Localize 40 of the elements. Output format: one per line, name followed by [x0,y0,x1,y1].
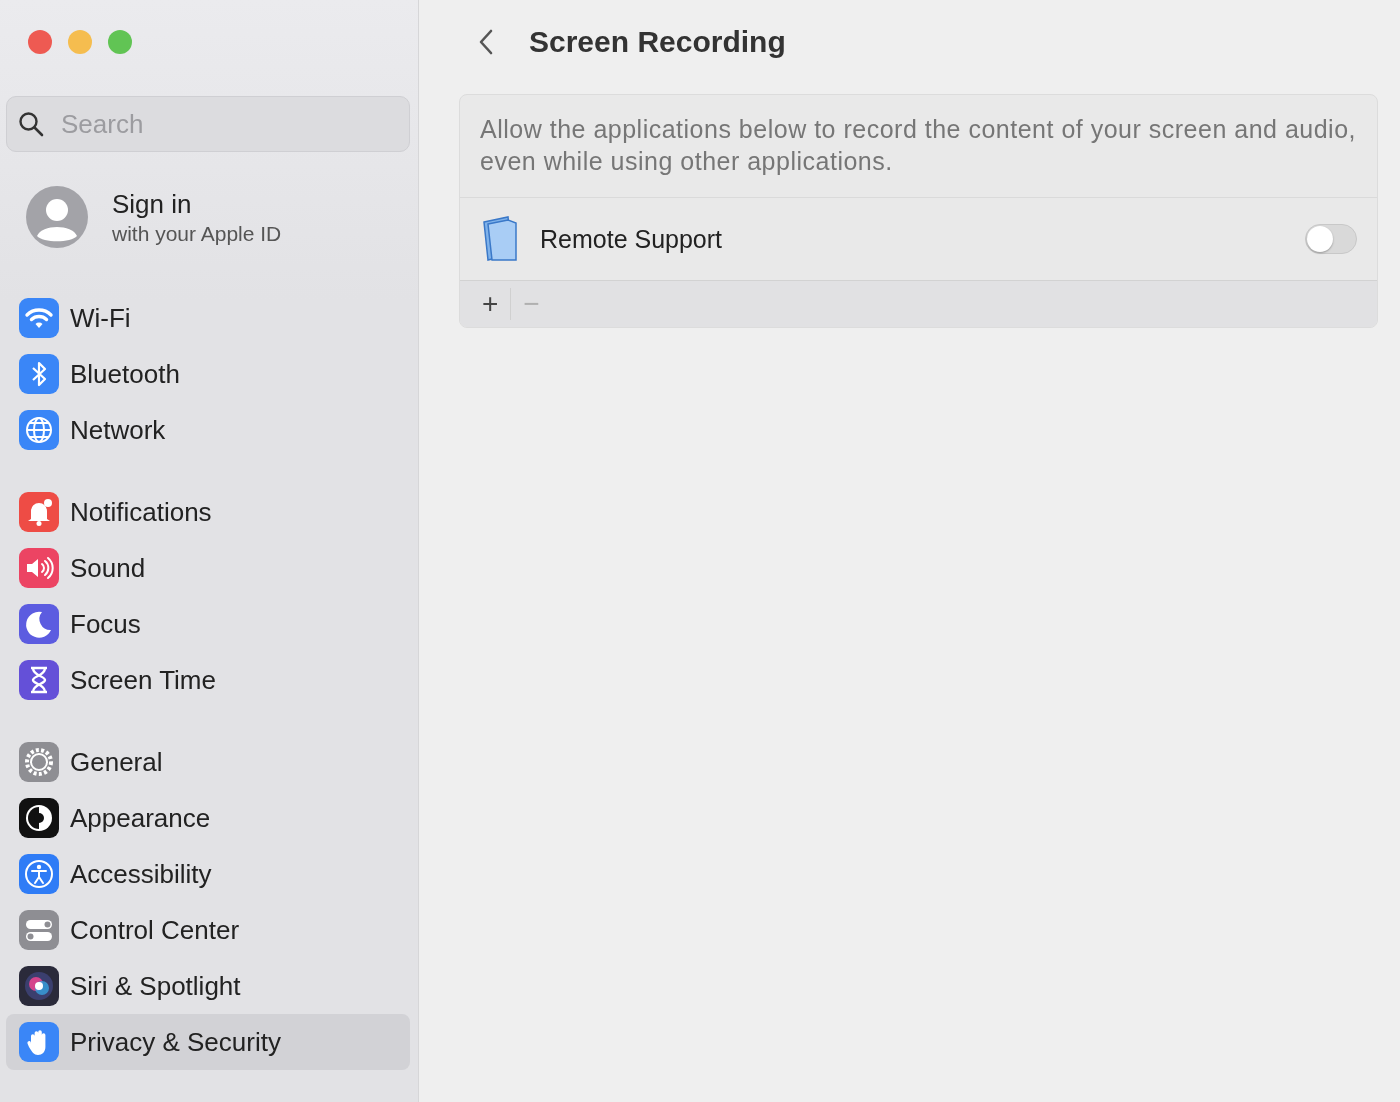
sidebar-item[interactable]: Screen Time [6,652,410,708]
search-icon [18,111,44,137]
account-subtitle: with your Apple ID [112,221,282,246]
bluetooth-icon [19,354,59,394]
sidebar-item[interactable]: Siri & Spotlight [6,958,410,1014]
sign-in-link[interactable]: Sign in [112,188,282,220]
zoom-button[interactable] [108,30,132,54]
search-field[interactable]: Search [6,96,410,152]
sidebar-item[interactable]: Bluetooth [6,346,410,402]
switches-icon [19,910,59,950]
moon-icon [19,604,59,644]
sidebar-item[interactable]: Appearance [6,790,410,846]
appearance-icon [19,798,59,838]
bell-icon [19,492,59,532]
hand-icon [19,1022,59,1062]
chevron-left-icon [479,29,493,55]
add-button[interactable]: + [470,288,511,320]
gear-icon [19,742,59,782]
siri-icon [19,966,59,1006]
globe-icon [19,410,59,450]
page-title: Screen Recording [529,25,786,59]
close-button[interactable] [28,30,52,54]
sidebar-item[interactable]: Notifications [6,484,410,540]
minimize-button[interactable] [68,30,92,54]
hourglass-icon [19,660,59,700]
sidebar-item[interactable]: Sound [6,540,410,596]
sidebar-item[interactable]: Focus [6,596,410,652]
sidebar-item[interactable]: Control Center [6,902,410,958]
app-name: Remote Support [540,224,724,254]
sidebar-item[interactable]: Accessibility [6,846,410,902]
speaker-icon [19,548,59,588]
sidebar-item[interactable]: Network [6,402,410,458]
toggle-switch[interactable] [1305,224,1357,254]
wifi-icon [19,298,59,338]
description-text: Allow the applications below to record the content of your screen and audio, even while using other applications. [460,95,1377,198]
accessibility-icon [19,854,59,894]
avatar-icon [26,186,88,248]
sidebar-item[interactable]: Wi-Fi [6,290,410,346]
sidebar-item[interactable]: General [6,734,410,790]
sidebar-item[interactable]: Privacy & Security [6,1014,410,1070]
